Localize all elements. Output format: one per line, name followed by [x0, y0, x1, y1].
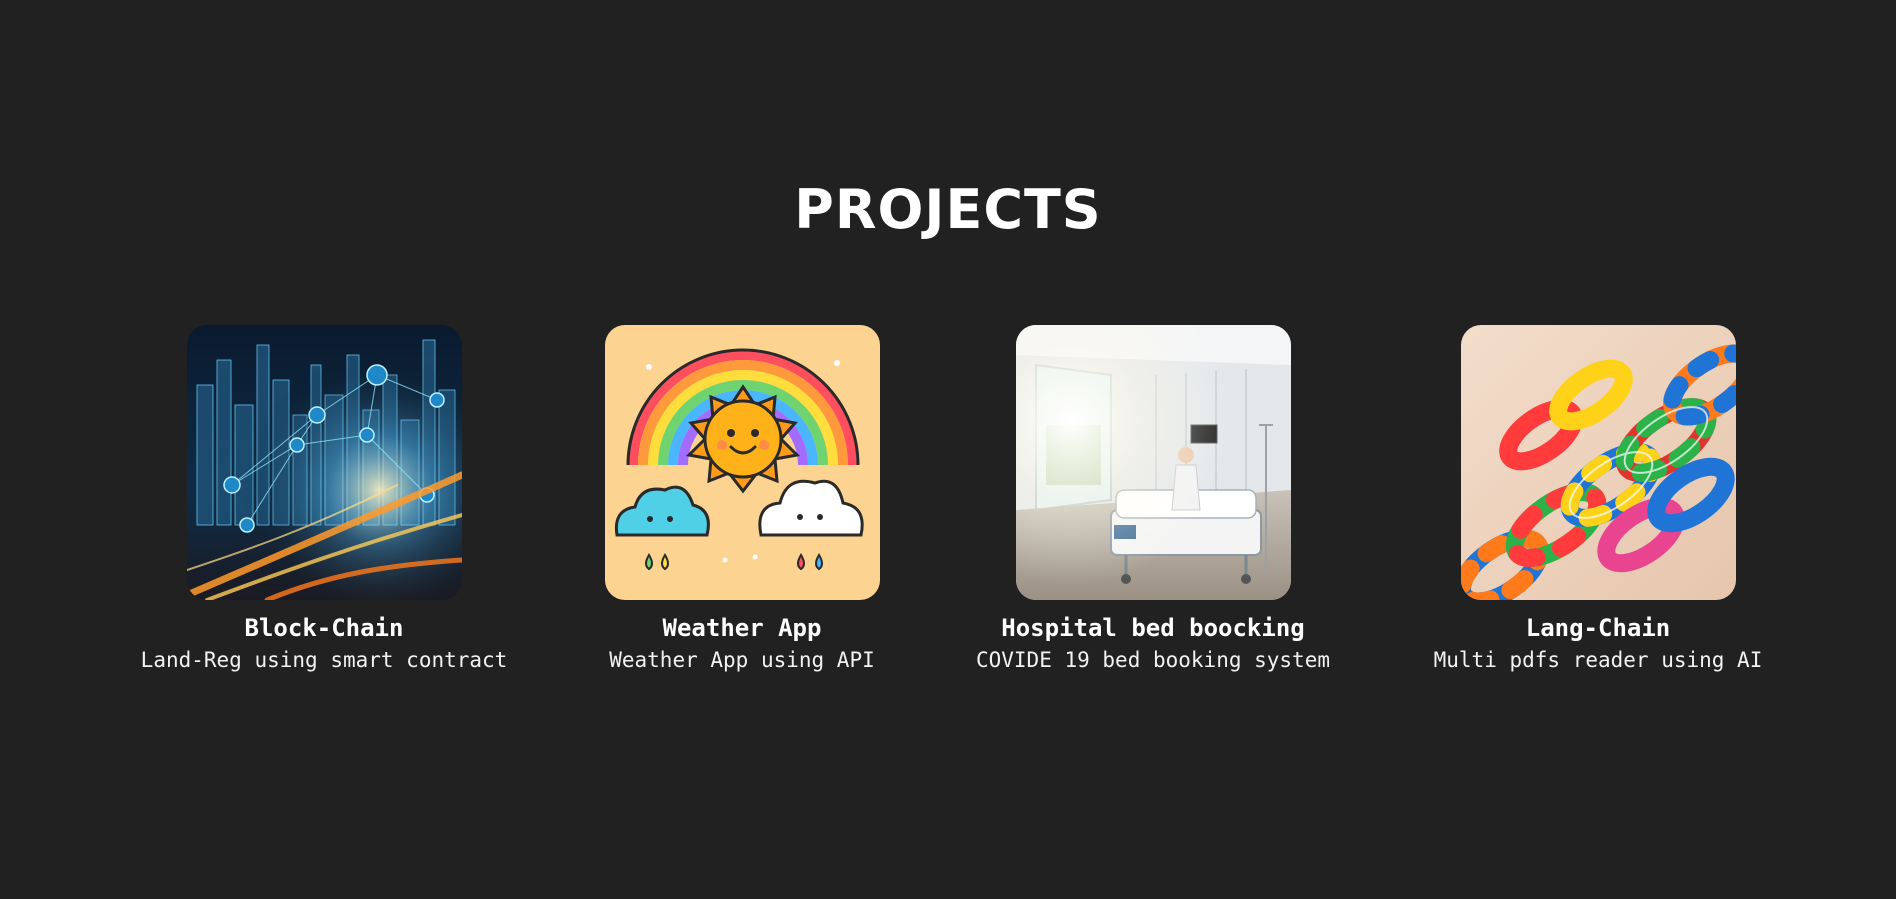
hospital-room-image[interactable] [1015, 325, 1291, 600]
project-card-weather-app[interactable]: Weather App Weather App using API [532, 325, 952, 674]
project-description: Land-Reg using smart contract [140, 648, 508, 672]
project-title[interactable]: Block-Chain [114, 612, 534, 644]
project-description: Weather App using API [609, 648, 875, 672]
project-description: COVIDE 19 bed booking system [975, 648, 1330, 672]
project-title[interactable]: Weather App [532, 612, 952, 644]
project-card-lang-chain[interactable]: Lang-Chain Multi pdfs reader using AI [1388, 325, 1808, 674]
project-card-block-chain[interactable]: Block-Chain Land-Reg using smart contrac… [114, 325, 534, 674]
project-description: Multi pdfs reader using AI [1433, 648, 1763, 672]
futuristic-city-network-image[interactable] [186, 325, 462, 600]
project-title[interactable]: Hospital bed boocking [943, 612, 1363, 644]
projects-section: PROJECTS Block-Chain Land-Reg using smar… [0, 0, 1896, 899]
rainbow-sun-clouds-image[interactable] [604, 325, 880, 600]
project-title[interactable]: Lang-Chain [1388, 612, 1808, 644]
project-card-hospital-bed[interactable]: Hospital bed boocking COVIDE 19 bed book… [943, 325, 1363, 674]
colorful-chain-links-image[interactable] [1460, 325, 1736, 600]
section-title: PROJECTS [794, 178, 1102, 241]
